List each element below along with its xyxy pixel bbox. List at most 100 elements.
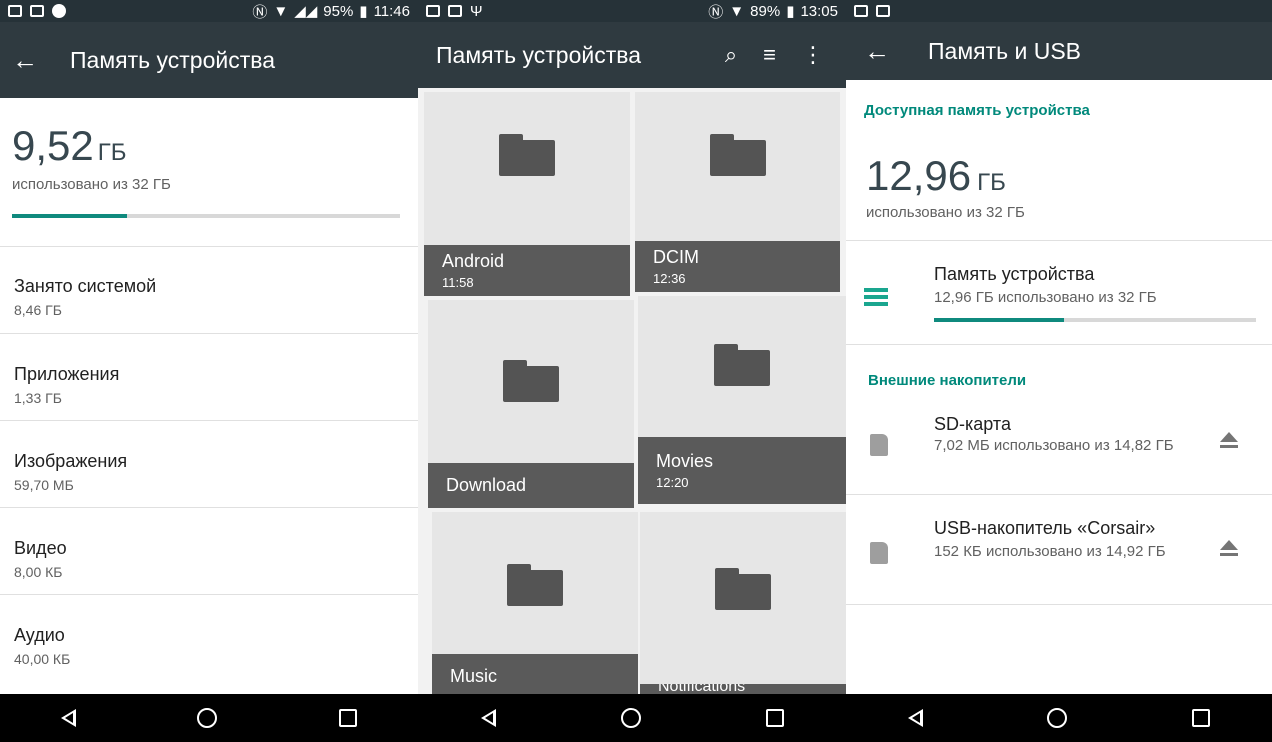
category-value: 59,70 МБ [14, 477, 74, 493]
divider [0, 333, 418, 334]
battery-icon: ▮ [786, 3, 795, 20]
status-bar [846, 0, 1272, 22]
page-title: Память и USB [928, 37, 1082, 64]
folder-icon [714, 344, 770, 386]
app-bar: ← Память устройства [0, 22, 418, 98]
folder-time: 11:58 [442, 275, 474, 290]
back-arrow-icon[interactable]: ← [846, 36, 928, 67]
used-subtitle: использовано из 32 ГБ [12, 176, 171, 193]
app-notification-icon [52, 4, 66, 18]
signal-icon: ◢◢ [294, 3, 318, 20]
category-value: 8,46 ГБ [14, 302, 62, 318]
folder-time: 12:36 [653, 271, 686, 286]
status-bar: Ⓝ ▼ ◢◢ 95% ▮ 11:46 [0, 0, 418, 22]
internal-storage-header: Доступная память устройства [864, 102, 1090, 119]
nfc-icon: Ⓝ [708, 3, 724, 21]
divider [0, 246, 418, 247]
wifi-icon: ▼ [273, 2, 289, 20]
nav-recents-icon[interactable] [765, 709, 784, 727]
usage-progress-fill [12, 214, 128, 218]
used-subtitle: использовано из 32 ГБ [866, 204, 1025, 221]
usage-progress-bar [12, 214, 400, 218]
folder-tile-download[interactable]: Download [428, 300, 634, 508]
screenshot-icon [426, 5, 440, 17]
nav-home-icon[interactable] [197, 708, 218, 728]
sort-icon[interactable]: ≡ [763, 42, 776, 68]
used-value: 9,52 [12, 122, 94, 169]
folder-tile-android[interactable]: Android 11:58 [424, 92, 630, 296]
category-label: Приложения [14, 364, 120, 384]
nav-back-icon[interactable] [60, 709, 76, 727]
folder-tile-notifications[interactable]: Notifications [640, 512, 846, 698]
nfc-icon: Ⓝ [252, 3, 268, 21]
navigation-bar [846, 694, 1272, 742]
volume-summary: 12,96 ГБ использовано из 32 ГБ [934, 289, 1157, 306]
page-title: Память устройства [436, 41, 641, 68]
eject-icon[interactable] [1218, 432, 1240, 450]
nav-recents-icon[interactable] [1191, 709, 1210, 727]
nav-home-icon[interactable] [620, 708, 641, 728]
eject-icon[interactable] [1218, 540, 1240, 558]
category-label: Занято системой [14, 276, 157, 296]
gallery-icon [30, 5, 44, 17]
gallery-icon [448, 5, 462, 17]
more-options-icon[interactable]: ⋮ [802, 42, 824, 68]
volume-item-usb[interactable]: USB-накопитель «Corsair» 152 КБ использо… [846, 504, 1272, 600]
divider [0, 507, 418, 508]
navigation-bar [418, 694, 846, 742]
category-label: Аудио [14, 625, 65, 645]
folder-name: DCIM [653, 247, 699, 267]
file-browser-panel: Ψ Ⓝ ▼ 89% ▮ 13:05 Память устройства ⌕ ≡ … [418, 0, 846, 742]
external-storage-header: Внешние накопители [868, 372, 1027, 389]
gallery-icon [876, 5, 890, 17]
folder-tile-movies[interactable]: Movies 12:20 [638, 296, 846, 504]
app-bar: ← Память и USB [846, 22, 1272, 80]
sd-card-icon [870, 434, 888, 456]
divider [846, 494, 1272, 495]
used-value: 12,96 [866, 152, 972, 199]
nav-back-icon[interactable] [908, 709, 924, 727]
battery-percent: 89% [750, 2, 781, 20]
volume-summary: 7,02 МБ использовано из 14,82 ГБ [934, 437, 1174, 454]
category-value: 1,33 ГБ [14, 390, 62, 406]
back-arrow-icon[interactable]: ← [0, 45, 70, 76]
category-row-images[interactable]: Изображения 59,70 МБ [0, 429, 418, 515]
search-icon[interactable]: ⌕ [725, 42, 737, 68]
category-value: 8,00 КБ [14, 564, 63, 580]
clock: 13:05 [800, 2, 838, 20]
used-unit: ГБ [97, 139, 127, 166]
divider [846, 344, 1272, 345]
folder-name: Android [442, 251, 505, 271]
folder-name: Movies [656, 451, 714, 471]
storage-summary-panel: Ⓝ ▼ ◢◢ 95% ▮ 11:46 ← Память устройства 9… [0, 0, 418, 742]
screenshot-icon [854, 5, 868, 17]
volume-title: USB-накопитель «Corsair» [934, 518, 1156, 538]
category-value: 40,00 КБ [14, 651, 71, 667]
folder-time: 12:20 [656, 475, 689, 490]
wifi-icon: ▼ [729, 2, 745, 20]
divider [0, 594, 418, 595]
page-title: Память устройства [70, 46, 275, 73]
volume-item-sd-card[interactable]: SD-карта 7,02 МБ использовано из 14,82 Г… [846, 400, 1272, 492]
category-row-apps[interactable]: Приложения 1,33 ГБ [0, 342, 418, 428]
folder-tile-music[interactable]: Music [432, 512, 638, 698]
clock: 11:46 [373, 2, 410, 20]
folder-name: Music [450, 666, 498, 686]
used-total: 12,96 ГБ [866, 152, 1006, 200]
folder-tile-dcim[interactable]: DCIM 12:36 [635, 92, 840, 292]
nav-home-icon[interactable] [1047, 708, 1068, 728]
volume-summary: 152 КБ использовано из 14,92 ГБ [934, 543, 1166, 560]
usage-progress-bar [934, 318, 1256, 322]
navigation-bar [0, 694, 418, 742]
device-storage-item[interactable]: Память устройства 12,96 ГБ использовано … [846, 250, 1272, 340]
nav-back-icon[interactable] [480, 709, 496, 727]
volume-title: SD-карта [934, 414, 1011, 434]
nav-recents-icon[interactable] [339, 709, 358, 727]
app-bar: Память устройства ⌕ ≡ ⋮ [418, 22, 846, 88]
category-row-video[interactable]: Видео 8,00 КБ [0, 516, 418, 602]
category-row-system[interactable]: Занято системой 8,46 ГБ [0, 254, 418, 340]
category-label: Видео [14, 538, 67, 558]
usb-icon: Ψ [470, 2, 483, 20]
category-row-audio[interactable]: Аудио 40,00 КБ [0, 603, 418, 689]
divider [0, 420, 418, 421]
